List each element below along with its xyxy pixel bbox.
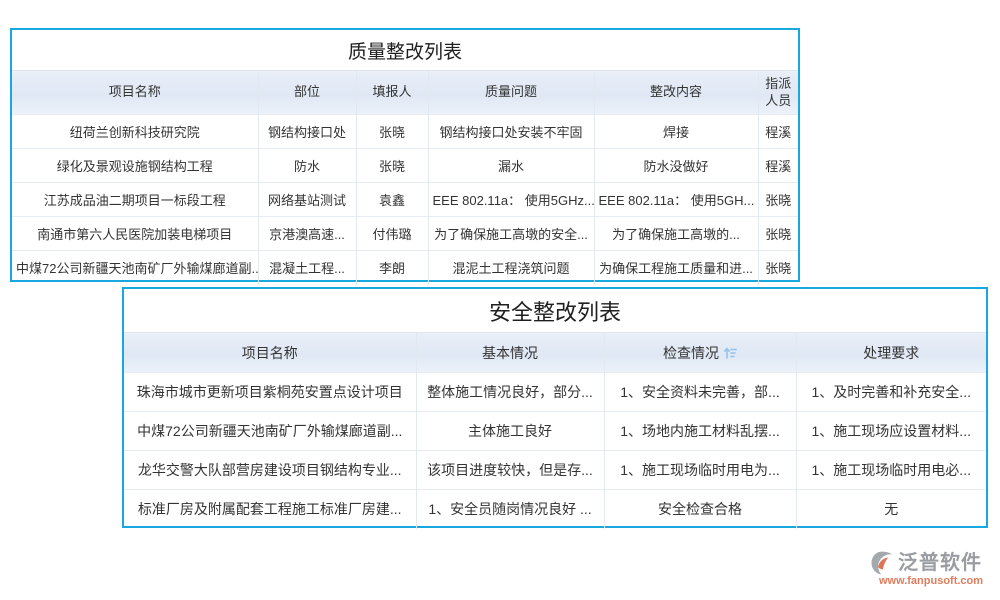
reporter-cell: 李朗: [356, 251, 428, 285]
safety-table-title: 安全整改列表: [124, 289, 986, 332]
table-row: 绿化及景观设施钢结构工程 防水 张晓 漏水 防水没做好 程溪: [12, 149, 798, 183]
project-name-link[interactable]: 绿化及景观设施钢结构工程: [12, 149, 258, 183]
safety-table-header-row: 项目名称 基本情况 检查情况 处理要求: [124, 333, 986, 373]
content-cell: 焊接: [594, 115, 758, 149]
project-name-link[interactable]: 珠海市城市更新项目紫桐苑安置点设计项目: [124, 373, 416, 412]
quality-table-title: 质量整改列表: [12, 30, 798, 70]
inspection-cell: 1、施工现场临时用电为...: [604, 451, 796, 490]
inspection-header-label: 检查情况: [663, 345, 719, 361]
table-row: 中煤72公司新疆天池南矿厂外输煤廊道副... 混凝土工程... 李朗 混泥土工程…: [12, 251, 798, 285]
brand-name: 泛普软件: [898, 549, 982, 577]
col-header-rectify-content: 整改内容: [594, 71, 758, 115]
inspection-cell: 1、安全资料未完善，部...: [604, 373, 796, 412]
project-name-link[interactable]: 南通市第六人民医院加装电梯项目: [12, 217, 258, 251]
project-name-link[interactable]: 龙华交警大队部营房建设项目钢结构专业...: [124, 451, 416, 490]
sort-ascending-icon[interactable]: [724, 346, 737, 362]
col-header-assignee: 指派人员: [758, 71, 798, 115]
content-cell: 为了确保施工高墩的...: [594, 217, 758, 251]
handling-cell: 1、及时完善和补充安全...: [796, 373, 986, 412]
table-row: 龙华交警大队部营房建设项目钢结构专业... 该项目进度较快，但是存... 1、施…: [124, 451, 986, 490]
reporter-cell: 张晓: [356, 115, 428, 149]
handling-cell: 1、施工现场应设置材料...: [796, 412, 986, 451]
brand-url[interactable]: www.fanpusoft.com: [868, 575, 994, 587]
table-row: 珠海市城市更新项目紫桐苑安置点设计项目 整体施工情况良好，部分... 1、安全资…: [124, 373, 986, 412]
col-header-part: 部位: [258, 71, 356, 115]
quality-table: 项目名称 部位 填报人 质量问题 整改内容 指派人员 纽荷兰创新科技研究院 钢结…: [12, 70, 798, 285]
assignee-cell: 程溪: [758, 149, 798, 183]
issue-cell: 漏水: [428, 149, 594, 183]
reporter-cell: 袁鑫: [356, 183, 428, 217]
fanpu-logo-icon: [868, 549, 896, 577]
issue-cell: 钢结构接口处安装不牢固: [428, 115, 594, 149]
project-name-link[interactable]: 中煤72公司新疆天池南矿厂外输煤廊道副...: [12, 251, 258, 285]
handling-cell: 无: [796, 490, 986, 529]
col-header-quality-issue: 质量问题: [428, 71, 594, 115]
table-row: 中煤72公司新疆天池南矿厂外输煤廊道副... 主体施工良好 1、场地内施工材料乱…: [124, 412, 986, 451]
col-header-basic-situation: 基本情况: [416, 333, 604, 373]
quality-rectification-panel: 质量整改列表 项目名称 部位 填报人 质量问题 整改内容 指派人员 纽荷兰创新科…: [10, 28, 800, 282]
project-name-link[interactable]: 标准厂房及附属配套工程施工标准厂房建...: [124, 490, 416, 529]
content-cell: 防水没做好: [594, 149, 758, 183]
assignee-cell: 张晓: [758, 183, 798, 217]
issue-cell: 混泥土工程浇筑问题: [428, 251, 594, 285]
reporter-cell: 付伟璐: [356, 217, 428, 251]
project-name-link[interactable]: 纽荷兰创新科技研究院: [12, 115, 258, 149]
content-cell: EEE 802.11a： 使用5GH...: [594, 183, 758, 217]
basic-situation-cell: 主体施工良好: [416, 412, 604, 451]
issue-cell: EEE 802.11a： 使用5GHz...: [428, 183, 594, 217]
table-row: 标准厂房及附属配套工程施工标准厂房建... 1、安全员随岗情况良好 ... 安全…: [124, 490, 986, 529]
project-name-link[interactable]: 江苏成品油二期项目一标段工程: [12, 183, 258, 217]
col-header-handling-requirement: 处理要求: [796, 333, 986, 373]
basic-situation-cell: 该项目进度较快，但是存...: [416, 451, 604, 490]
part-cell: 京港澳高速...: [258, 217, 356, 251]
project-name-link[interactable]: 中煤72公司新疆天池南矿厂外输煤廊道副...: [124, 412, 416, 451]
col-header-project-name: 项目名称: [12, 71, 258, 115]
basic-situation-cell: 整体施工情况良好，部分...: [416, 373, 604, 412]
handling-cell: 1、施工现场临时用电必...: [796, 451, 986, 490]
table-row: 纽荷兰创新科技研究院 钢结构接口处 张晓 钢结构接口处安装不牢固 焊接 程溪: [12, 115, 798, 149]
part-cell: 钢结构接口处: [258, 115, 356, 149]
part-cell: 网络基站测试: [258, 183, 356, 217]
inspection-cell: 安全检查合格: [604, 490, 796, 529]
assignee-cell: 张晓: [758, 217, 798, 251]
inspection-cell: 1、场地内施工材料乱摆...: [604, 412, 796, 451]
quality-table-header-row: 项目名称 部位 填报人 质量问题 整改内容 指派人员: [12, 71, 798, 115]
assignee-cell: 程溪: [758, 115, 798, 149]
brand-watermark: 泛普软件 www.fanpusoft.com: [868, 549, 994, 587]
issue-cell: 为了确保施工高墩的安全...: [428, 217, 594, 251]
content-cell: 为确保工程施工质量和进...: [594, 251, 758, 285]
part-cell: 防水: [258, 149, 356, 183]
table-row: 江苏成品油二期项目一标段工程 网络基站测试 袁鑫 EEE 802.11a： 使用…: [12, 183, 798, 217]
table-row: 南通市第六人民医院加装电梯项目 京港澳高速... 付伟璐 为了确保施工高墩的安全…: [12, 217, 798, 251]
assignee-cell: 张晓: [758, 251, 798, 285]
safety-table: 项目名称 基本情况 检查情况 处理要求 珠海市城市更新项目紫桐苑安置点设计项目 …: [124, 332, 986, 529]
safety-rectification-panel: 安全整改列表 项目名称 基本情况 检查情况 处理要求 珠海市城市更新项目紫桐苑安…: [122, 287, 988, 528]
reporter-cell: 张晓: [356, 149, 428, 183]
col-header-reporter: 填报人: [356, 71, 428, 115]
col-header-inspection-status: 检查情况: [604, 333, 796, 373]
part-cell: 混凝土工程...: [258, 251, 356, 285]
col-header-project-name: 项目名称: [124, 333, 416, 373]
basic-situation-cell: 1、安全员随岗情况良好 ...: [416, 490, 604, 529]
